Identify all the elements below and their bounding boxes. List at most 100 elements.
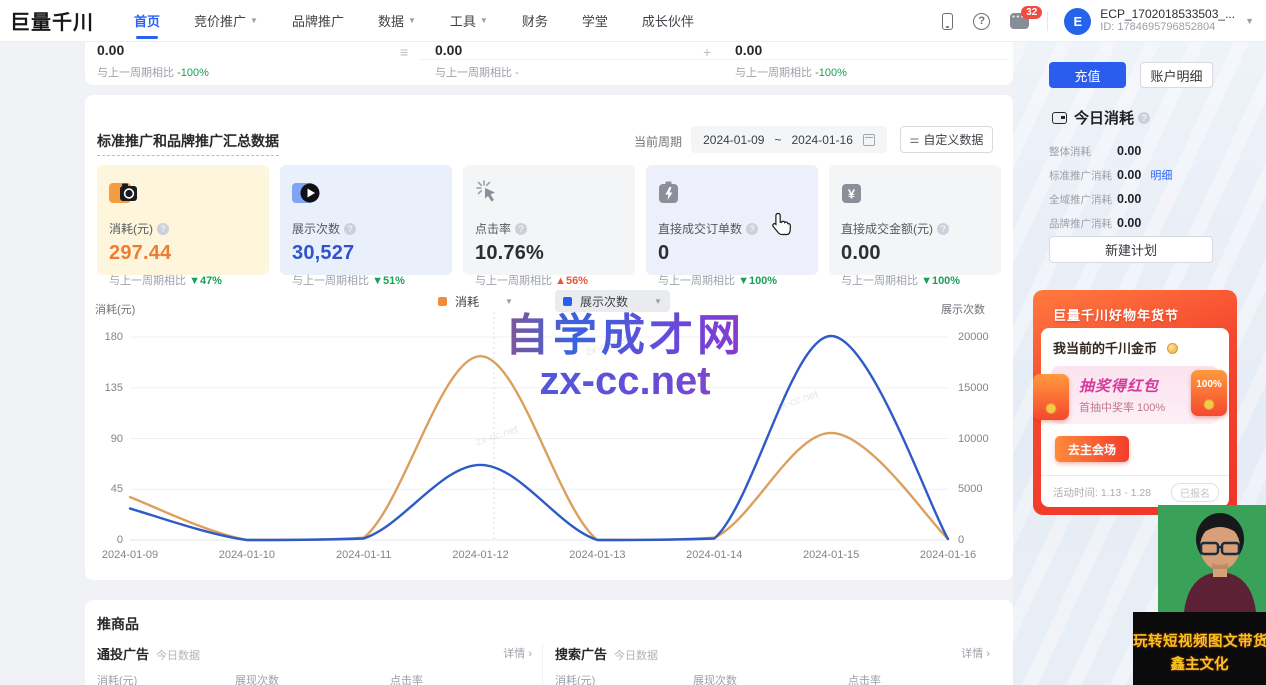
- summary-card: 标准推广和品牌推广汇总数据 当前周期 2024-01-09 ~ 2024-01-…: [85, 95, 1013, 580]
- caption-line1: 玩转短视频图文带货: [1133, 630, 1266, 651]
- yen-icon: ¥: [841, 179, 989, 212]
- stat-card-消耗(元)[interactable]: 消耗(元)?297.44与上一周期相比 ▼47%: [97, 165, 269, 275]
- chart-canvas[interactable]: [110, 300, 990, 550]
- nav-item-首页[interactable]: 首页: [134, 0, 160, 42]
- consume-label: 全域推广消耗: [1049, 192, 1115, 207]
- top-nav: 巨量千川 首页竞价推广▼品牌推广数据▼工具▼财务学堂成长伙伴 ? 32 E EC…: [0, 0, 1266, 42]
- consume-value: 0.00: [1117, 144, 1141, 158]
- compare-delta: -100%: [177, 67, 209, 79]
- account-detail-button[interactable]: 账户明细: [1140, 62, 1213, 88]
- x-axis-tick: 2024-01-14: [669, 549, 759, 561]
- nav-item-品牌推广[interactable]: 品牌推广: [292, 0, 344, 42]
- column-header: 消耗(元): [97, 672, 137, 685]
- ad-section-通投广告: 通投广告今日数据详情 ›消耗(元)展现次数点击率: [97, 644, 532, 685]
- chevron-down-icon: ▼: [250, 16, 258, 25]
- promote-products-card: 推商品 通投广告今日数据详情 ›消耗(元)展现次数点击率搜索广告今日数据详情 ›…: [85, 600, 1013, 685]
- stat-card-点击率[interactable]: 点击率?10.76%与上一周期相比 ▲56%: [463, 165, 635, 275]
- stat-card-直接成交订单数[interactable]: 直接成交订单数?0与上一周期相比 ▼100%: [646, 165, 818, 275]
- info-icon[interactable]: ?: [157, 223, 169, 235]
- scrolled-metrics-strip: 0.00与上一周期相比 -100%0.00与上一周期相比 -0.00与上一周期相…: [85, 38, 1013, 85]
- consume-label: 标准推广消耗: [1049, 168, 1115, 183]
- consume-row: 整体消耗0.00: [1049, 139, 1219, 163]
- nav-item-成长伙伴[interactable]: 成长伙伴: [642, 0, 694, 42]
- coin-label: 我当前的千川金币: [1053, 341, 1157, 356]
- nav-item-财务[interactable]: 财务: [522, 0, 548, 42]
- stat-value: 10.76%: [475, 242, 623, 265]
- promo-banner[interactable]: 巨量千川好物年货节 我当前的千川金币 抽奖得红包 首抽中奖率 100% 100%…: [1033, 290, 1237, 515]
- stat-card-直接成交金额(元)[interactable]: ¥直接成交金额(元)?0.00与上一周期相比 ▼100%: [829, 165, 1001, 275]
- chevron-down-icon[interactable]: ▼: [1245, 16, 1254, 26]
- messages-button[interactable]: 32: [1010, 13, 1029, 29]
- consume-row: 标准推广消耗0.00 明细: [1049, 163, 1219, 187]
- info-icon[interactable]: ?: [344, 223, 356, 235]
- x-axis-tick: 2024-01-15: [786, 549, 876, 561]
- stat-label-text: 直接成交金额(元): [841, 222, 933, 236]
- red-envelope-icon: [1033, 374, 1069, 420]
- nav-item-工具[interactable]: 工具▼: [450, 0, 488, 42]
- metric-group: 0.00与上一周期相比 -100%: [97, 42, 209, 80]
- divider: [542, 644, 543, 685]
- menu-icon[interactable]: ≡: [400, 44, 408, 60]
- new-plan-button[interactable]: 新建计划: [1049, 236, 1213, 263]
- avatar[interactable]: E: [1064, 8, 1091, 35]
- nav-item-学堂[interactable]: 学堂: [582, 0, 608, 42]
- info-icon[interactable]: ?: [515, 223, 527, 235]
- nav-item-label: 学堂: [582, 11, 608, 30]
- flash-icon: [658, 179, 806, 212]
- nav-item-label: 品牌推广: [292, 11, 344, 30]
- metric-value: 0.00: [435, 42, 519, 58]
- detail-link[interactable]: 明细: [1150, 167, 1172, 183]
- stat-label: 点击率?: [475, 220, 623, 237]
- consume-label: 品牌推广消耗: [1049, 216, 1115, 231]
- nav-item-数据[interactable]: 数据▼: [378, 0, 416, 42]
- prize-subtitle: 首抽中奖率 100%: [1079, 399, 1165, 415]
- custom-data-button[interactable]: ⚌ 自定义数据: [900, 126, 993, 153]
- go-main-venue-button[interactable]: 去主会场: [1055, 436, 1129, 462]
- info-icon[interactable]: ?: [746, 223, 758, 235]
- trend-chart: 消耗 ▼ 展示次数 ▼ 消耗(元) 展示次数 自学成才网 zx-cc.net z…: [85, 285, 1013, 580]
- ad-section-sub: 今日数据: [614, 650, 658, 662]
- stat-value: 30,527: [292, 242, 440, 265]
- date-range-picker[interactable]: 2024-01-09 ~ 2024-01-16: [691, 126, 887, 153]
- help-icon[interactable]: ?: [973, 13, 990, 30]
- nav-item-label: 成长伙伴: [642, 11, 694, 30]
- x-axis-tick: 2024-01-16: [903, 549, 993, 561]
- details-link[interactable]: 详情 ›: [961, 645, 990, 661]
- details-link[interactable]: 详情 ›: [503, 645, 532, 661]
- account-info[interactable]: ECP_1702018533503_... ID: 17846957968528…: [1100, 8, 1235, 34]
- column-header: 消耗(元): [555, 672, 595, 685]
- stat-cards-row: 消耗(元)?297.44与上一周期相比 ▼47%展示次数?30,527与上一周期…: [97, 165, 1001, 275]
- period-label: 当前周期: [634, 133, 682, 150]
- x-axis-tick: 2024-01-13: [552, 549, 642, 561]
- metric-compare: 与上一周期相比 -100%: [735, 64, 847, 80]
- plus-icon[interactable]: +: [703, 44, 711, 60]
- stat-card-展示次数[interactable]: 展示次数?30,527与上一周期相比 ▼51%: [280, 165, 452, 275]
- series-line-消耗: [130, 356, 948, 540]
- divider: [1047, 11, 1048, 31]
- consume-value: 0.00: [1117, 168, 1141, 182]
- promo-footer: 活动时间: 1.13 - 1.28 已报名: [1041, 475, 1229, 507]
- ad-section-搜索广告: 搜索广告今日数据详情 ›消耗(元)展现次数点击率: [555, 644, 990, 685]
- consume-label: 整体消耗: [1049, 144, 1115, 159]
- info-icon[interactable]: ?: [937, 223, 949, 235]
- metric-value: 0.00: [735, 42, 847, 58]
- date-separator: ~: [774, 133, 781, 147]
- consume-row: 全域推广消耗0.00: [1049, 187, 1219, 211]
- caption-line2: 鑫主文化: [1133, 653, 1266, 674]
- right-axis-tick: 15000: [958, 382, 989, 394]
- left-axis-tick: 135: [85, 382, 123, 394]
- info-icon[interactable]: ?: [1138, 112, 1150, 124]
- right-axis-tick: 0: [958, 534, 964, 546]
- nav-item-竞价推广[interactable]: 竞价推广▼: [194, 0, 258, 42]
- envelope-percent: 100%: [1191, 379, 1227, 390]
- stat-label-text: 直接成交订单数: [658, 222, 742, 236]
- svg-text:¥: ¥: [848, 187, 856, 202]
- right-axis-tick: 10000: [958, 433, 989, 445]
- metric-value: 0.00: [97, 42, 209, 58]
- recharge-button[interactable]: 充值: [1049, 62, 1126, 88]
- column-header: 展现次数: [235, 672, 279, 685]
- right-axis-tick: 5000: [958, 483, 982, 495]
- prize-title: 抽奖得红包: [1079, 375, 1159, 396]
- mobile-app-icon[interactable]: [942, 13, 953, 30]
- registered-badge: 已报名: [1171, 483, 1219, 502]
